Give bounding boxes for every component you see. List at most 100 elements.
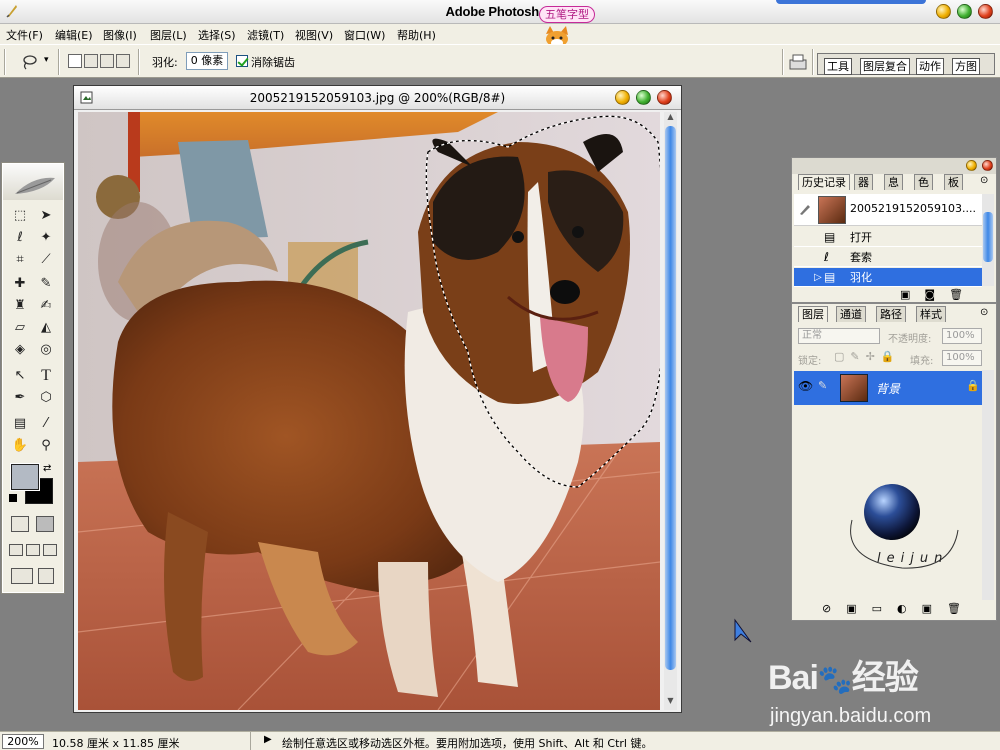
paint-bucket-icon[interactable]: ◭ — [36, 318, 56, 338]
add-selection-button[interactable] — [84, 54, 98, 68]
doc-minimize-button[interactable] — [615, 90, 630, 105]
panel-menu-icon[interactable]: ⊙ — [980, 307, 988, 318]
menu-window[interactable]: 窗口(W) — [344, 27, 385, 43]
history-footer-buttons[interactable]: ▣◙🗑 — [900, 288, 977, 301]
history-panel-titlebar[interactable] — [792, 158, 996, 174]
hand-tool-icon[interactable]: ✋ — [10, 436, 30, 456]
lasso-tool-icon[interactable] — [20, 53, 38, 71]
magic-wand-icon[interactable]: ✦ — [36, 228, 56, 248]
menu-help[interactable]: 帮助(H) — [397, 27, 436, 43]
dodge-tool-icon[interactable]: ◎ — [36, 340, 56, 360]
history-step-open[interactable]: ▤ 打开 — [794, 228, 982, 247]
layer-row-background[interactable]: 👁 ✎ 背景 🔒 — [794, 371, 982, 405]
tab-navigator[interactable]: 器 — [854, 174, 873, 190]
menu-layer[interactable]: 图层(L) — [150, 27, 187, 43]
type-tool-icon[interactable]: T — [36, 366, 56, 386]
vertical-scroll-thumb[interactable] — [665, 126, 676, 670]
tool-preset-dropdown[interactable]: ▾ — [44, 55, 49, 65]
foreground-color-swatch[interactable] — [10, 463, 40, 491]
menu-edit[interactable]: 编辑(E) — [55, 27, 93, 43]
doc-maximize-button[interactable] — [636, 90, 651, 105]
imageready-jump-button[interactable] — [11, 568, 33, 584]
tab-channels[interactable]: 通道 — [836, 306, 866, 322]
subtract-selection-button[interactable] — [100, 54, 114, 68]
default-colors-icon[interactable] — [9, 494, 17, 502]
status-arrow-icon[interactable]: ▶ — [264, 734, 272, 745]
tab-layers[interactable]: 图层 — [798, 306, 828, 322]
menu-view[interactable]: 视图(V) — [295, 27, 333, 43]
layers-scrollbar[interactable] — [982, 370, 994, 600]
menu-image[interactable]: 图像(I) — [103, 27, 137, 43]
quick-mask-button[interactable] — [36, 516, 54, 532]
history-step-lasso[interactable]: ℓ 套索 — [794, 248, 982, 267]
tab-swatches[interactable]: 板 — [944, 174, 963, 190]
vertical-scrollbar[interactable]: ▲ ▼ — [664, 112, 677, 710]
scroll-down-arrow-icon[interactable]: ▼ — [665, 696, 676, 708]
lasso-tool-icon[interactable]: ℓ — [10, 228, 30, 248]
brush-tool-icon[interactable]: ✎ — [36, 274, 56, 294]
tab-styles[interactable]: 样式 — [916, 306, 946, 322]
swap-colors-icon[interactable]: ⇄ — [43, 463, 51, 474]
zoom-tool-icon[interactable]: ⚲ — [36, 436, 56, 456]
intersect-selection-button[interactable] — [116, 54, 130, 68]
tab-info[interactable]: 息 — [884, 174, 903, 190]
minimize-button[interactable] — [936, 4, 951, 19]
fill-input[interactable]: 100% — [942, 350, 982, 366]
scroll-up-arrow-icon[interactable]: ▲ — [665, 112, 676, 124]
well-tab-layer-comps[interactable]: 图层复合 — [860, 58, 910, 75]
shape-tool-icon[interactable]: ⬡ — [36, 388, 56, 408]
maximize-button[interactable] — [957, 4, 972, 19]
notes-tool-icon[interactable]: ▤ — [10, 414, 30, 434]
tab-paths[interactable]: 路径 — [876, 306, 906, 322]
doc-close-button[interactable] — [657, 90, 672, 105]
clone-stamp-icon[interactable]: ♜ — [10, 296, 30, 316]
menu-filter[interactable]: 滤镜(T) — [247, 27, 284, 43]
tab-color[interactable]: 色 — [914, 174, 933, 190]
screen-mode-full-menu[interactable] — [26, 544, 40, 556]
edit-in-imageready-icon[interactable] — [38, 568, 54, 584]
move-tool-icon[interactable]: ➤ — [36, 206, 56, 226]
screen-mode-full[interactable] — [43, 544, 57, 556]
opacity-input[interactable]: 100% — [942, 328, 982, 344]
marquee-tool-icon[interactable]: ⬚ — [10, 206, 30, 226]
history-snapshot[interactable]: 2005219152059103.... — [794, 194, 982, 226]
file-browser-icon[interactable] — [788, 52, 808, 72]
menu-select[interactable]: 选择(S) — [198, 27, 236, 43]
menu-file[interactable]: 文件(F) — [6, 27, 43, 43]
history-scrollbar[interactable] — [982, 194, 994, 286]
document-title-bar[interactable]: 2005219152059103.jpg @ 200%(RGB/8#) — [74, 86, 681, 110]
eye-icon[interactable]: 👁 — [798, 379, 813, 393]
tab-history[interactable]: 历史记录 — [798, 174, 850, 190]
slice-tool-icon[interactable]: ⟋ — [36, 250, 56, 270]
history-brush-source-icon[interactable] — [798, 202, 812, 216]
well-tab-tools[interactable]: 工具 — [824, 58, 852, 75]
screen-mode-standard[interactable] — [9, 544, 23, 556]
zoom-field[interactable]: 200% — [2, 734, 44, 749]
history-scroll-thumb[interactable] — [983, 212, 993, 262]
new-selection-button[interactable] — [68, 54, 82, 68]
blur-tool-icon[interactable]: ◈ — [10, 340, 30, 360]
crop-tool-icon[interactable]: ⌗ — [10, 250, 30, 270]
history-brush-icon[interactable]: ✍ — [36, 296, 56, 316]
healing-brush-icon[interactable]: ✚ — [10, 274, 30, 294]
image-canvas[interactable] — [78, 112, 660, 710]
well-tab-histogram[interactable]: 方图 — [952, 58, 980, 75]
feather-input[interactable]: 0 像素 — [186, 52, 228, 70]
antialias-checkbox[interactable] — [236, 55, 248, 67]
history-step-feather[interactable]: ▷ ▤ 羽化 — [794, 268, 982, 287]
pen-tool-icon[interactable]: ✒ — [10, 388, 30, 408]
eraser-tool-icon[interactable]: ▱ — [10, 318, 30, 338]
taskbar-tab[interactable] — [776, 0, 926, 4]
lock-buttons[interactable]: ▢✎✢🔒 — [834, 350, 901, 363]
panel-menu-icon[interactable]: ⊙ — [980, 175, 988, 186]
layers-footer-buttons[interactable]: ⊘▣▭◐▣🗑 — [822, 602, 976, 615]
panel-minimize-button[interactable] — [966, 160, 977, 171]
path-select-icon[interactable]: ↖ — [10, 366, 30, 386]
standard-mode-button[interactable] — [11, 516, 29, 532]
close-button[interactable] — [978, 4, 993, 19]
toolbox-header[interactable] — [3, 164, 63, 200]
well-tab-actions[interactable]: 动作 — [916, 58, 944, 75]
eyedropper-icon[interactable]: ⁄ — [36, 414, 56, 434]
blend-mode-select[interactable]: 正常 — [798, 328, 880, 344]
panel-close-button[interactable] — [982, 160, 993, 171]
